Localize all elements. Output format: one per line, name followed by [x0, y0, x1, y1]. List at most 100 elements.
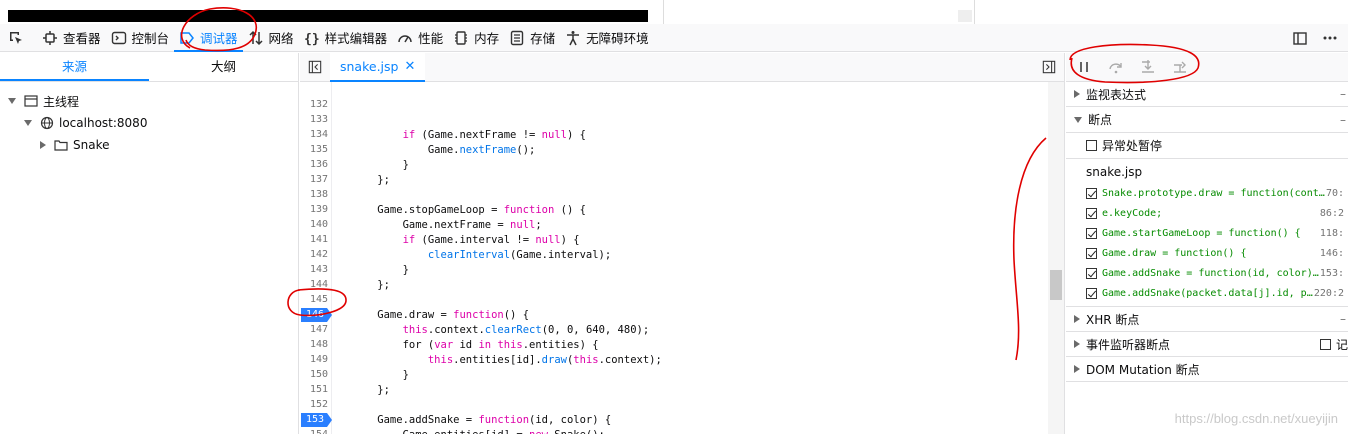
- breakpoint-marker[interactable]: 146: [301, 308, 332, 322]
- add-watch-icon[interactable]: –: [1340, 87, 1346, 101]
- add-xhr-icon[interactable]: –: [1340, 312, 1346, 326]
- section-watch[interactable]: 监视表达式 –: [1066, 82, 1348, 107]
- section-breakpoints[interactable]: 断点 –: [1066, 107, 1348, 132]
- step-over-icon[interactable]: [1108, 59, 1124, 75]
- line-number[interactable]: 151: [300, 383, 328, 397]
- dock-icon[interactable]: [1292, 30, 1308, 46]
- line-number[interactable]: 133: [300, 113, 328, 127]
- collapse-icon: [1074, 340, 1080, 348]
- line-number[interactable]: 150: [300, 368, 328, 382]
- breakpoint-checkbox[interactable]: [1086, 247, 1097, 259]
- console-icon: [111, 31, 126, 44]
- scroll-thumb[interactable]: [1050, 270, 1062, 300]
- line-number[interactable]: 135: [300, 143, 328, 157]
- breakpoint-item[interactable]: e.keyCode; 86:2: [1066, 203, 1348, 223]
- tab-network[interactable]: 网络: [243, 24, 299, 52]
- section-event-listeners[interactable]: 事件监听器断点 记: [1066, 332, 1348, 357]
- line-number[interactable]: 137: [300, 173, 328, 187]
- line-number[interactable]: 144: [300, 278, 328, 292]
- tab-label: 无障碍环境: [586, 31, 649, 46]
- line-number[interactable]: 149: [300, 353, 328, 367]
- line-number[interactable]: 152: [300, 398, 328, 412]
- element-picker-button[interactable]: [0, 24, 37, 52]
- tab-performance[interactable]: 性能: [392, 24, 448, 52]
- line-number[interactable]: 134: [300, 128, 328, 142]
- redacted-bar: [8, 10, 648, 22]
- sources-panel: 来源 大纲 主线程 localhost:8080 Snake: [0, 53, 299, 434]
- breakpoint-checkbox[interactable]: [1086, 267, 1097, 279]
- breakpoint-checkbox[interactable]: [1086, 187, 1097, 199]
- code-area[interactable]: if (Game.nextFrame != null) { Game.nextF…: [332, 82, 1048, 434]
- breakpoint-item[interactable]: Game.addSnake = function(id, color)… 153:: [1066, 263, 1348, 283]
- breakpoint-checkbox[interactable]: [1086, 227, 1097, 239]
- section-menu-icon[interactable]: –: [1340, 113, 1346, 127]
- line-number[interactable]: 154: [300, 428, 328, 434]
- close-tab-icon[interactable]: ✕: [404, 59, 415, 74]
- code-line: for (var id in this.entities) {: [352, 339, 599, 351]
- tab-inspector[interactable]: 查看器: [37, 24, 106, 52]
- more-icon[interactable]: [1322, 30, 1338, 46]
- log-events-toggle[interactable]: 记: [1319, 336, 1348, 353]
- line-number[interactable]: 148: [300, 338, 328, 352]
- inspector-icon: [43, 30, 57, 45]
- line-number[interactable]: 145: [300, 293, 328, 307]
- code-line: }: [352, 369, 409, 381]
- tab-accessibility[interactable]: 无障碍环境: [560, 24, 654, 52]
- step-out-icon[interactable]: [1172, 59, 1188, 75]
- breakpoint-item[interactable]: Snake.prototype.draw = function(cont… 70:: [1066, 183, 1348, 203]
- devtools-toolbar: 查看器 控制台 调试器 网络 {} 样式编辑器 性能 内存 存储 无障碍环境: [0, 24, 1348, 52]
- line-number[interactable]: 132: [300, 98, 328, 112]
- line-number[interactable]: 136: [300, 158, 328, 172]
- breakpoint-marker[interactable]: 153: [301, 413, 332, 427]
- step-in-icon[interactable]: [1140, 59, 1156, 75]
- section-xhr-breakpoints[interactable]: XHR 断点 –: [1066, 307, 1348, 332]
- tab-debugger[interactable]: 调试器: [174, 24, 243, 52]
- vertical-scrollbar[interactable]: [1048, 82, 1064, 434]
- code-line: Game.stopGameLoop = function () {: [352, 204, 586, 216]
- pause-exceptions-checkbox[interactable]: [1086, 140, 1097, 151]
- editor-panel: snake.jsp ✕ 132 133 134 135 136 137 138 139 140 1…: [300, 52, 1065, 434]
- section-title: DOM Mutation 断点: [1086, 362, 1200, 377]
- breakpoint-item[interactable]: Game.startGameLoop = function() {118:: [1066, 223, 1348, 243]
- line-gutter[interactable]: 132 133 134 135 136 137 138 139 140 141 142 143 144 1…: [300, 82, 332, 434]
- line-number[interactable]: 138: [300, 188, 328, 202]
- tab-outline[interactable]: 大纲: [149, 53, 298, 81]
- file-tab-snake[interactable]: snake.jsp ✕: [330, 52, 426, 82]
- line-number[interactable]: 142: [300, 248, 328, 262]
- debugger-icon: [180, 31, 194, 44]
- line-number[interactable]: 143: [300, 263, 328, 277]
- log-events-checkbox[interactable]: [1319, 338, 1331, 350]
- breakpoint-item[interactable]: Game.draw = function() {146:: [1066, 243, 1348, 263]
- pause-on-exceptions[interactable]: 异常处暂停: [1066, 133, 1348, 159]
- divider: [974, 0, 975, 24]
- code-line: clearInterval(Game.interval);: [427, 249, 612, 261]
- code-line: this.entities[id].draw(this.context);: [427, 354, 662, 366]
- pause-exceptions-label: 异常处暂停: [1102, 139, 1163, 153]
- storage-icon: [510, 30, 524, 45]
- code-line: if (Game.interval != null) {: [402, 234, 580, 246]
- tab-memory[interactable]: 内存: [448, 24, 504, 52]
- section-dom-mutation[interactable]: DOM Mutation 断点: [1066, 357, 1348, 382]
- toggle-debugger-icon[interactable]: [1042, 60, 1056, 74]
- line-number[interactable]: 139: [300, 203, 328, 217]
- tab-sources[interactable]: 来源: [0, 53, 149, 81]
- line-number[interactable]: 141: [300, 233, 328, 247]
- code-line: Game.nextFrame();: [352, 144, 536, 156]
- tab-label: 控制台: [131, 31, 170, 46]
- tree-item-folder[interactable]: Snake: [40, 134, 109, 156]
- breakpoint-location: 118:: [1319, 227, 1344, 239]
- breakpoint-item[interactable]: Game.addSnake(packet.data[j].id, p… 220:2: [1066, 283, 1348, 303]
- tab-label: 内存: [474, 31, 500, 46]
- tab-console[interactable]: 控制台: [106, 24, 175, 52]
- line-number[interactable]: 147: [300, 323, 328, 337]
- tab-style-editor[interactable]: {} 样式编辑器: [299, 24, 393, 52]
- line-number[interactable]: 140: [300, 218, 328, 232]
- tree-item-main-thread[interactable]: 主线程: [8, 90, 79, 112]
- code-line: Game.nextFrame = null;: [352, 219, 542, 231]
- breakpoint-checkbox[interactable]: [1086, 287, 1097, 299]
- pause-icon[interactable]: [1076, 59, 1092, 75]
- toggle-sources-icon[interactable]: [308, 60, 322, 74]
- breakpoint-checkbox[interactable]: [1086, 207, 1097, 219]
- tab-storage[interactable]: 存储: [504, 24, 560, 52]
- tree-item-host[interactable]: localhost:8080: [24, 112, 147, 134]
